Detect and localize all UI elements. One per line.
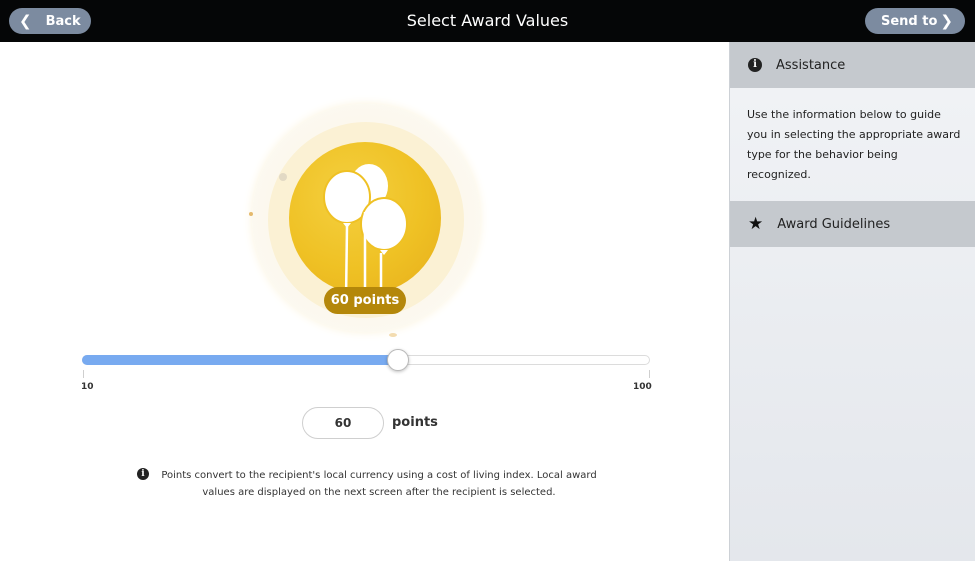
assistance-header[interactable]: i Assistance [730, 42, 975, 88]
top-bar: Select Award Values ❮ Back Send to ❯ [0, 0, 975, 42]
slider-max-label: 100 [633, 382, 652, 392]
back-button[interactable]: ❮ Back [9, 8, 91, 34]
slider-min-tick [83, 370, 84, 378]
send-to-button[interactable]: Send to ❯ [865, 8, 965, 34]
chevron-right-icon: ❯ [940, 11, 953, 30]
currency-note: Points convert to the recipient's local … [161, 470, 597, 498]
slider-max-tick [649, 370, 650, 378]
info-icon: i [137, 468, 149, 480]
points-unit-label: points [392, 415, 438, 430]
back-button-label: Back [45, 13, 81, 29]
points-slider-handle[interactable] [386, 349, 409, 371]
assistance-label: Assistance [776, 57, 846, 73]
points-badge: 60 points [324, 287, 406, 314]
decorative-dot [249, 212, 253, 216]
award-guidelines-header[interactable]: ★ Award Guidelines [730, 201, 975, 247]
slider-min-label: 10 [81, 382, 94, 392]
decorative-dot [279, 173, 287, 181]
main-panel: 60 points 10 100 points i Points convert… [0, 42, 729, 561]
award-guidelines-label: Award Guidelines [777, 216, 891, 232]
points-input[interactable] [302, 407, 384, 439]
points-slider-fill [82, 355, 398, 365]
page-title: Select Award Values [406, 11, 569, 30]
star-icon: ★ [748, 213, 764, 234]
chevron-left-icon: ❮ [19, 11, 32, 30]
assistance-text: Use the information below to guide you i… [747, 108, 961, 181]
info-icon: i [748, 58, 762, 72]
assistance-sidebar: i Assistance Use the information below t… [729, 42, 975, 561]
send-to-button-label: Send to [881, 13, 938, 29]
balloons-icon [323, 164, 408, 294]
decorative-dot [389, 333, 397, 337]
